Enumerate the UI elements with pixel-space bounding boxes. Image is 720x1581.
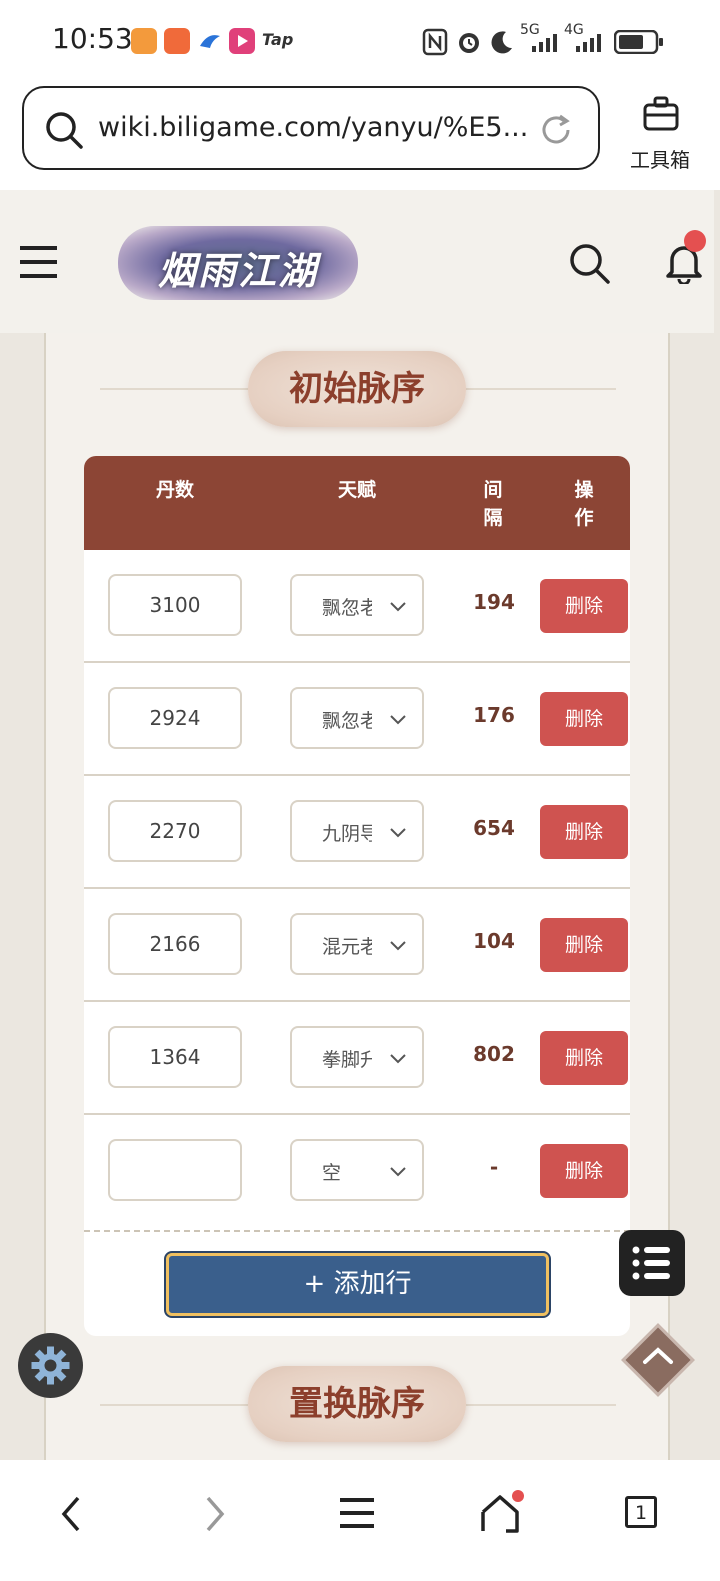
table-row: 1364 拳脚升 802 删除 bbox=[84, 1002, 630, 1115]
address-bar[interactable]: wiki.biligame.com/yanyu/%E5... bbox=[22, 86, 600, 170]
search-icon bbox=[44, 110, 84, 154]
talent-select-value: 九阴导 bbox=[322, 823, 372, 845]
table-row: 2166 混元老 104 删除 bbox=[84, 889, 630, 1002]
notification-badge bbox=[684, 230, 706, 252]
delete-button[interactable]: 删除 bbox=[540, 692, 628, 746]
delete-button[interactable]: 删除 bbox=[540, 579, 628, 633]
talent-select-value: 混元老 bbox=[322, 936, 372, 958]
home-badge bbox=[512, 1490, 524, 1502]
title-divider-right bbox=[466, 1404, 616, 1406]
gap-value: 802 bbox=[473, 1042, 515, 1066]
talent-select-value: 飘忽老 bbox=[322, 597, 372, 619]
talent-select[interactable]: 拳脚升 bbox=[290, 1026, 424, 1088]
gap-value: 654 bbox=[473, 816, 515, 840]
app-tap-label: Tap bbox=[262, 30, 294, 49]
title-divider-left bbox=[100, 1404, 248, 1406]
delete-button[interactable]: 删除 bbox=[540, 1031, 628, 1085]
battery-icon bbox=[613, 29, 664, 58]
talent-select-value: 拳脚升 bbox=[322, 1049, 372, 1071]
dan-input[interactable]: 1364 bbox=[108, 1026, 242, 1088]
chevron-down-icon bbox=[388, 1048, 408, 1072]
toc-menu-button[interactable] bbox=[619, 1230, 685, 1296]
header-action: 操作 bbox=[574, 479, 594, 529]
list-icon bbox=[632, 1246, 670, 1280]
hamburger-menu-icon[interactable] bbox=[20, 246, 58, 282]
header-dan: 丹数 bbox=[155, 479, 194, 501]
talent-select[interactable]: 空 bbox=[290, 1139, 424, 1201]
gap-value: 104 bbox=[473, 929, 515, 953]
app-play-icon bbox=[229, 28, 255, 54]
chevron-down-icon bbox=[388, 596, 408, 620]
dan-input[interactable]: 2166 bbox=[108, 913, 242, 975]
chevron-down-icon bbox=[388, 935, 408, 959]
table-row: 空 - 删除 bbox=[84, 1115, 630, 1228]
table-row: 2924 飘忽老 176 删除 bbox=[84, 663, 630, 776]
title-divider-left bbox=[100, 388, 248, 390]
dan-input[interactable]: 3100 bbox=[108, 574, 242, 636]
signal-5g-icon bbox=[530, 32, 558, 58]
toolbox-label: 工具箱 bbox=[630, 148, 690, 172]
forward-icon[interactable] bbox=[200, 1494, 230, 1538]
talent-select-value: 空 bbox=[322, 1162, 342, 1184]
settings-button[interactable] bbox=[18, 1333, 83, 1398]
delete-button[interactable]: 删除 bbox=[540, 805, 628, 859]
chevron-up-icon bbox=[639, 1344, 677, 1372]
app-bird-icon bbox=[198, 30, 222, 56]
table-footer-divider bbox=[84, 1230, 630, 1232]
gap-value: 176 bbox=[473, 703, 515, 727]
toolbox-icon bbox=[642, 94, 680, 136]
talent-select[interactable]: 飘忽老 bbox=[290, 574, 424, 636]
alarm-icon bbox=[455, 28, 483, 60]
back-icon[interactable] bbox=[56, 1494, 86, 1538]
chevron-down-icon bbox=[388, 709, 408, 733]
app-grid-icon bbox=[164, 28, 190, 54]
add-row-button[interactable]: + 添加行 bbox=[166, 1253, 549, 1316]
site-search-icon[interactable] bbox=[568, 242, 612, 290]
title-divider-right bbox=[466, 388, 616, 390]
header-talent: 天赋 bbox=[337, 479, 376, 501]
dan-input[interactable]: 2924 bbox=[108, 687, 242, 749]
nfc-icon bbox=[422, 28, 448, 60]
gear-icon bbox=[31, 1346, 70, 1385]
site-logo[interactable]: 烟雨江湖 bbox=[118, 226, 358, 300]
table-header: 丹数 天赋 间隔 操作 bbox=[84, 456, 630, 550]
chevron-down-icon bbox=[388, 1161, 408, 1185]
section-title-initial: 初始脉序 bbox=[248, 351, 466, 427]
talent-select[interactable]: 九阴导 bbox=[290, 800, 424, 862]
status-time: 10:53 bbox=[52, 22, 133, 55]
table-row: 2270 九阴导 654 删除 bbox=[84, 776, 630, 889]
menu-icon[interactable] bbox=[340, 1498, 374, 1534]
table-row: 3100 飘忽老 194 删除 bbox=[84, 550, 630, 663]
header-gap: 间隔 bbox=[483, 479, 503, 529]
talent-select-value: 飘忽老 bbox=[322, 710, 372, 732]
tabs-button[interactable]: 1 bbox=[625, 1496, 657, 1528]
sequence-table: 丹数 天赋 间隔 操作 3100 飘忽老 194 删除 2924 飘忽老 176… bbox=[84, 456, 630, 1336]
moon-icon bbox=[488, 28, 514, 60]
url-text[interactable]: wiki.biligame.com/yanyu/%E5... bbox=[98, 112, 528, 143]
chevron-down-icon bbox=[388, 822, 408, 846]
dan-input[interactable] bbox=[108, 1139, 242, 1201]
reload-icon[interactable] bbox=[538, 112, 574, 152]
talent-select[interactable]: 飘忽老 bbox=[290, 687, 424, 749]
section-title-replace: 置换脉序 bbox=[248, 1366, 466, 1442]
gap-value: - bbox=[489, 1155, 499, 1179]
talent-select[interactable]: 混元老 bbox=[290, 913, 424, 975]
delete-button[interactable]: 删除 bbox=[540, 1144, 628, 1198]
dan-input[interactable]: 2270 bbox=[108, 800, 242, 862]
status-bar: 10:53 Tap 5G 4G bbox=[0, 0, 720, 84]
signal-4g-icon bbox=[574, 32, 604, 58]
logo-text: 烟雨江湖 bbox=[157, 248, 318, 293]
delete-button[interactable]: 删除 bbox=[540, 918, 628, 972]
gap-value: 194 bbox=[473, 590, 515, 614]
app-heart-icon bbox=[131, 28, 157, 54]
toolbox-button[interactable]: 工具箱 bbox=[620, 94, 700, 174]
